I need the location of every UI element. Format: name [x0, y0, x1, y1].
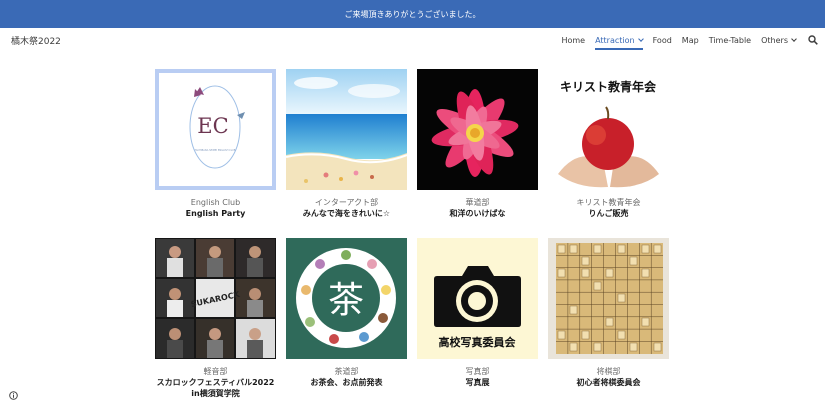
chevron-down-icon	[637, 35, 644, 42]
nav-home[interactable]: Home	[561, 28, 585, 52]
chevron-down-icon	[791, 35, 797, 42]
light-music-image[interactable]: SUKAROCK	[155, 238, 276, 359]
event-title-line2: in横須賀学院	[191, 389, 240, 398]
info-icon[interactable]	[9, 385, 18, 400]
nav-others[interactable]: Others	[761, 28, 797, 52]
main-nav: Home Attraction Food Map Time-Table Othe…	[561, 28, 825, 52]
shogi-image[interactable]	[548, 238, 669, 359]
announcement-banner: ご来場頂きありがとうございました。	[0, 0, 825, 28]
search-icon[interactable]	[806, 33, 820, 47]
english-club-logo-text: EC	[197, 114, 228, 138]
photography-image-text: 高校写真委員会	[439, 335, 517, 349]
attraction-card-light-music[interactable]: SUKAROCK 軽音部 スカロックフェスティバル2022 in横須賀学院	[155, 238, 276, 399]
attraction-card-interact[interactable]: インターアクト部 みんなで海をきれいに☆	[286, 69, 407, 219]
club-name: 写真部	[465, 367, 490, 376]
announcement-text: ご来場頂きありがとうございました。	[344, 9, 481, 19]
english-club-logo-caption: TACHIBANA SEIMEI ENGLISH CLUB	[195, 149, 236, 152]
event-title: 初心者将棋委員会	[576, 378, 641, 387]
site-header: 橘木祭2022 Home Attraction Food Map Time-Ta…	[0, 28, 825, 52]
event-title: 写真展	[465, 378, 490, 387]
christian-youth-image-text: キリスト教青年会	[560, 79, 657, 94]
kado-image[interactable]	[417, 69, 538, 190]
event-title: English Party	[185, 209, 246, 218]
nav-time-table[interactable]: Time-Table	[709, 28, 751, 52]
event-title: りんご販売	[588, 209, 629, 218]
attraction-card-christian-youth[interactable]: キリスト教青年会 キリスト教青年会 りんご販売	[548, 69, 669, 219]
attraction-card-tea-ceremony[interactable]: 茶 茶道部 お茶会、お点前発表	[286, 238, 407, 388]
site-title[interactable]: 橘木祭2022	[11, 34, 61, 47]
nav-map[interactable]: Map	[682, 28, 699, 52]
event-title: スカロックフェスティバル2022	[156, 378, 275, 387]
event-title: 和洋のいけばな	[449, 209, 506, 218]
event-title: みんなで海をきれいに☆	[302, 209, 391, 218]
club-name: 軽音部	[203, 367, 228, 376]
club-name: インターアクト部	[314, 198, 379, 207]
club-name: English Club	[190, 198, 241, 207]
attraction-card-shogi[interactable]: 将棋部 初心者将棋委員会	[548, 238, 669, 388]
attraction-card-kado[interactable]: 華道部 和洋のいけばな	[417, 69, 538, 219]
club-name: 将棋部	[596, 367, 621, 376]
tea-ceremony-image-text: 茶	[328, 280, 364, 321]
nav-attraction[interactable]: Attraction	[595, 28, 644, 52]
club-name: キリスト教青年会	[576, 198, 641, 207]
english-club-image[interactable]: EC TACHIBANA SEIMEI ENGLISH CLUB	[155, 69, 276, 190]
interact-image[interactable]	[286, 69, 407, 190]
christian-youth-image[interactable]: キリスト教青年会	[548, 69, 669, 190]
event-title: お茶会、お点前発表	[310, 378, 383, 387]
club-name: 茶道部	[334, 367, 359, 376]
attraction-card-english-club[interactable]: EC TACHIBANA SEIMEI ENGLISH CLUB English…	[155, 69, 276, 219]
nav-food[interactable]: Food	[653, 28, 672, 52]
tea-ceremony-image[interactable]: 茶	[286, 238, 407, 359]
photography-image[interactable]: 高校写真委員会	[417, 238, 538, 359]
attraction-card-photography[interactable]: 高校写真委員会 写真部 写真展	[417, 238, 538, 388]
club-name: 華道部	[465, 198, 490, 207]
